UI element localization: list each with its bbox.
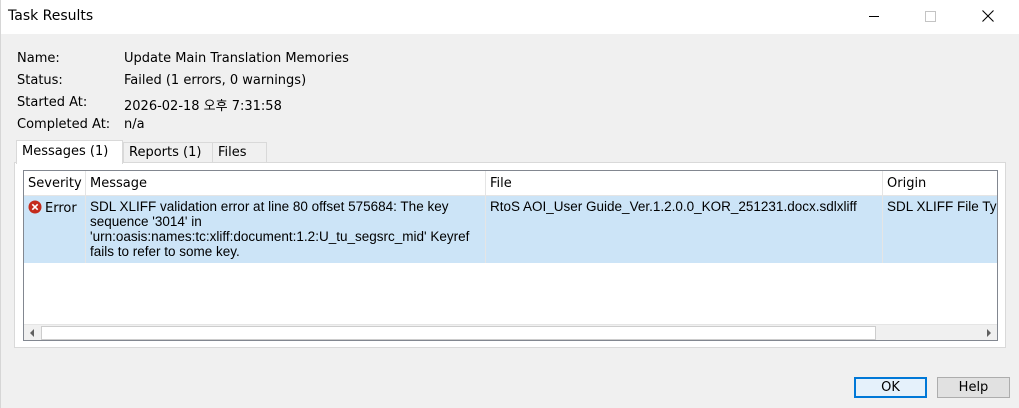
status-label: Status: [17, 73, 63, 88]
column-header-origin[interactable]: Origin [883, 171, 997, 195]
completed-value: n/a [124, 117, 145, 132]
column-header-severity[interactable]: Severity [24, 171, 86, 195]
horizontal-scrollbar[interactable] [24, 324, 997, 340]
error-icon [28, 200, 42, 214]
maximize-icon [924, 10, 936, 22]
column-header-message[interactable]: Message [86, 171, 486, 195]
minimize-button[interactable] [851, 0, 897, 32]
messages-panel: Severity Message File Origin Error SDL X… [14, 162, 1006, 348]
ok-button[interactable]: OK [854, 377, 927, 398]
started-label: Started At: [17, 95, 88, 110]
window-title: Task Results [8, 8, 94, 24]
status-value: Failed (1 errors, 0 warnings) [124, 73, 307, 88]
close-button[interactable] [965, 0, 1011, 32]
started-value: 2026-02-18 오후 7:31:58 [124, 99, 282, 114]
scroll-thumb[interactable] [41, 326, 876, 340]
name-value: Update Main Translation Memories [124, 51, 349, 66]
tab-files[interactable]: Files [212, 142, 267, 162]
message-cell: SDL XLIFF validation error at line 80 of… [86, 196, 486, 263]
column-header-file[interactable]: File [486, 171, 883, 195]
name-label: Name: [17, 51, 60, 66]
tab-messages[interactable]: Messages (1) [16, 140, 123, 164]
origin-cell: SDL XLIFF File Type [883, 196, 997, 263]
grid-header: Severity Message File Origin [24, 171, 997, 196]
title-bar[interactable]: Task Results [1, 0, 1019, 34]
maximize-button[interactable] [907, 0, 953, 32]
scroll-right-button[interactable] [981, 325, 997, 340]
file-cell: RtoS AOI_User Guide_Ver.1.2.0.0_KOR_2512… [486, 196, 883, 263]
table-row[interactable]: Error SDL XLIFF validation error at line… [24, 196, 997, 263]
severity-text: Error [45, 201, 77, 216]
scroll-left-button[interactable] [24, 325, 40, 340]
severity-cell: Error [24, 196, 86, 263]
arrow-right-icon [987, 329, 991, 337]
help-button[interactable]: Help [937, 377, 1010, 398]
tab-reports[interactable]: Reports (1) [123, 142, 213, 162]
completed-label: Completed At: [17, 117, 111, 132]
arrow-left-icon [30, 329, 34, 337]
task-results-dialog: Task Results Name: Update Main Translati… [0, 0, 1019, 408]
minimize-icon [868, 15, 879, 17]
close-icon [982, 10, 994, 22]
messages-grid[interactable]: Severity Message File Origin Error SDL X… [23, 170, 998, 341]
